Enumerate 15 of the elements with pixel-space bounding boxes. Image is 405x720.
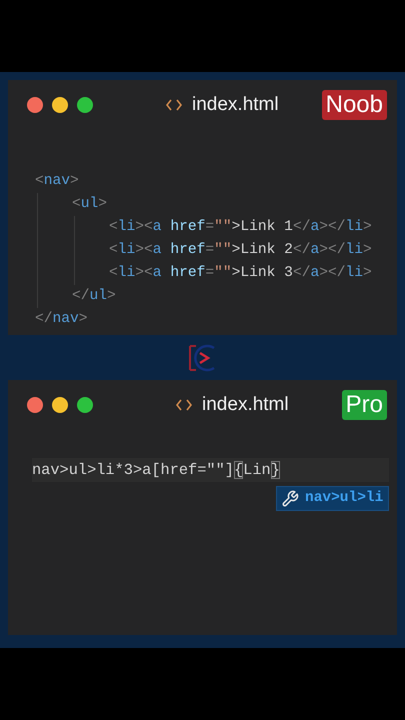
code-line: <li><a href="">Link 2</a></li>	[109, 241, 373, 260]
code-line: <ul>	[72, 195, 108, 214]
code-line: </ul>	[72, 287, 117, 306]
code-line: <nav>	[35, 172, 80, 191]
level-badge: Noob	[322, 90, 387, 120]
code-brackets-icon	[176, 399, 192, 411]
code-line: <li><a href="">Link 3</a></li>	[109, 264, 373, 283]
file-name: index.html	[192, 92, 279, 117]
code-line: <li><a href="">Link 1</a></li>	[109, 218, 373, 237]
code-line: </nav>	[35, 310, 89, 329]
file-name: index.html	[202, 392, 289, 417]
autocomplete-suggestion[interactable]: nav>ul>li	[276, 486, 389, 511]
wrench-icon	[281, 490, 299, 508]
code-brackets-icon	[166, 99, 182, 111]
level-badge: Pro	[342, 390, 387, 420]
